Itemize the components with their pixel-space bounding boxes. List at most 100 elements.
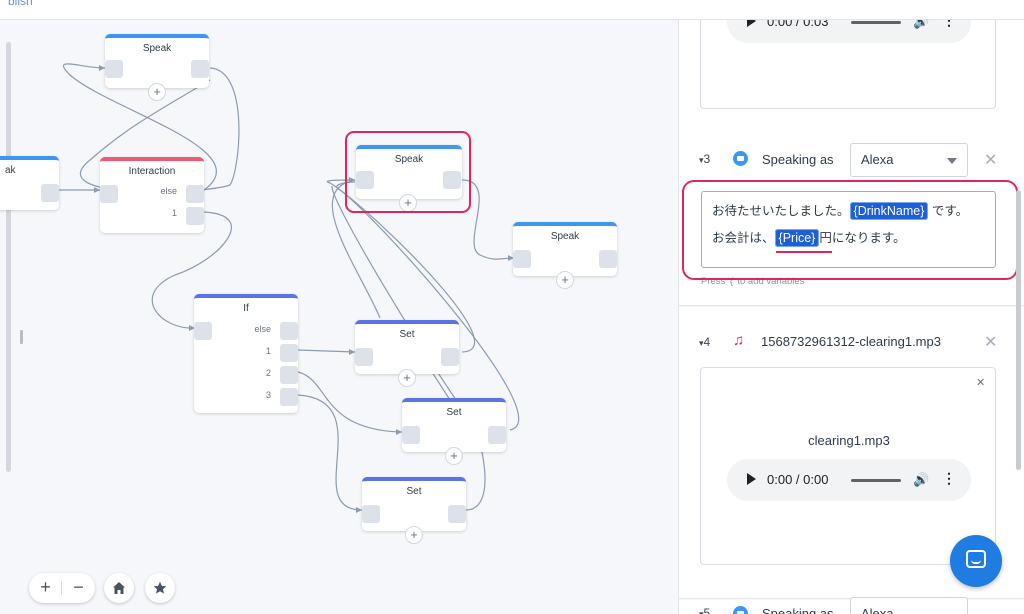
node-title: Speak xyxy=(550,231,580,242)
if-node[interactable]: If else 1 2 3 xyxy=(194,294,298,413)
set-node-3[interactable]: Set + xyxy=(362,477,466,544)
step-index[interactable]: ▾5 xyxy=(699,606,710,614)
voice-select[interactable]: Alexa xyxy=(850,597,968,614)
audio-box: 0:00 / 0:03 🔊 ⋮ xyxy=(700,20,996,109)
panel-scrollbar[interactable] xyxy=(1016,190,1021,470)
audio-time: 0:00 / 0:03 xyxy=(767,20,829,29)
output-port[interactable] xyxy=(441,348,459,366)
node-title: ak xyxy=(5,165,16,176)
remove-step-button[interactable]: ✕ xyxy=(984,332,997,352)
variable-underline xyxy=(776,251,832,253)
speak-node-partial[interactable]: ak xyxy=(0,156,59,210)
play-icon[interactable] xyxy=(747,473,756,485)
node-title: Set xyxy=(406,486,422,497)
app-root: blish Speak + ak Interaction else 1 Spea… xyxy=(0,0,1024,614)
output-port[interactable] xyxy=(448,505,466,523)
home-button[interactable] xyxy=(104,573,134,603)
input-port[interactable] xyxy=(100,185,118,203)
zoom-in-button[interactable]: + xyxy=(29,573,62,603)
audio-progress-track[interactable] xyxy=(851,479,901,482)
input-port[interactable] xyxy=(402,426,420,444)
voice-select[interactable]: Alexa xyxy=(850,143,968,177)
more-options-icon[interactable]: ⋮ xyxy=(942,20,956,29)
top-bar: blish xyxy=(0,0,1024,20)
output-port-else[interactable] xyxy=(186,185,204,203)
audio-time: 0:00 / 0:00 xyxy=(767,472,829,487)
speak-node-top[interactable]: Speak + xyxy=(105,34,209,101)
remove-step-button[interactable]: ✕ xyxy=(984,150,997,170)
add-step-button[interactable]: + xyxy=(398,369,416,387)
play-icon[interactable] xyxy=(747,20,756,27)
chat-icon xyxy=(966,550,986,568)
set-node-1[interactable]: Set + xyxy=(355,320,459,387)
audio-file-name: 1568732961312-clearing1.mp3 xyxy=(761,334,941,349)
interaction-node[interactable]: Interaction else 1 xyxy=(100,157,204,233)
audio-title: clearing1.mp3 xyxy=(808,433,890,448)
volume-icon[interactable]: 🔊 xyxy=(913,20,929,30)
text-highlight xyxy=(682,180,1018,280)
input-port[interactable] xyxy=(355,348,373,366)
port-label-1: 1 xyxy=(265,346,271,356)
input-port[interactable] xyxy=(362,505,380,523)
audio-progress-track[interactable] xyxy=(851,21,901,24)
star-icon xyxy=(153,581,167,594)
voice-select-value: Alexa xyxy=(861,152,894,167)
audio-box: ✕ clearing1.mp3 0:00 / 0:00 🔊 ⋮ xyxy=(700,367,996,565)
step-index[interactable]: ▾4 xyxy=(699,335,710,349)
output-port[interactable] xyxy=(488,426,506,444)
selection-highlight xyxy=(345,131,471,213)
output-port[interactable] xyxy=(599,250,617,268)
speak-node-right[interactable]: Speak + xyxy=(513,222,617,289)
input-port[interactable] xyxy=(105,60,123,78)
add-step-button[interactable]: + xyxy=(148,83,166,101)
node-title: Set xyxy=(446,407,462,418)
zoom-out-button[interactable]: − xyxy=(62,573,95,603)
step-section-5: ▾5 Speaking as Alexa xyxy=(679,597,1024,614)
output-port-1[interactable] xyxy=(280,344,298,362)
port-label-1: 1 xyxy=(171,208,177,218)
flow-canvas[interactable] xyxy=(0,20,678,614)
home-icon xyxy=(113,582,125,594)
speaking-as-label: Speaking as xyxy=(762,152,834,167)
chevron-down-icon xyxy=(947,158,957,164)
node-title: Speak xyxy=(142,43,172,54)
output-port-else[interactable] xyxy=(280,322,298,340)
port-label-2: 2 xyxy=(265,368,271,378)
publish-link[interactable]: blish xyxy=(8,0,33,8)
step-index[interactable]: ▾3 xyxy=(699,152,710,166)
volume-icon[interactable]: 🔊 xyxy=(913,472,929,488)
node-title: If xyxy=(243,303,249,314)
output-port-2[interactable] xyxy=(280,366,298,384)
port-label-else: else xyxy=(160,186,177,196)
step-number: 3 xyxy=(703,152,711,166)
port-label-3: 3 xyxy=(265,390,271,400)
speaking-as-label: Speaking as xyxy=(762,606,834,614)
output-port-3[interactable] xyxy=(280,388,298,406)
speak-bubble-icon xyxy=(733,606,748,614)
add-step-button[interactable]: + xyxy=(556,271,574,289)
canvas-resize-handle[interactable] xyxy=(20,330,23,344)
more-options-icon[interactable]: ⋮ xyxy=(942,470,956,487)
output-port-1[interactable] xyxy=(186,207,204,225)
music-note-icon: ♫ xyxy=(733,332,745,349)
output-port[interactable] xyxy=(41,184,59,202)
chat-support-button[interactable] xyxy=(950,535,1002,587)
input-port[interactable] xyxy=(194,322,212,340)
input-port[interactable] xyxy=(513,250,531,268)
step-editor-panel: 0:00 / 0:03 🔊 ⋮ ▾3 Speaking as Alexa ✕ お… xyxy=(678,20,1024,614)
port-label-else: else xyxy=(254,324,271,334)
step-number: 4 xyxy=(703,335,711,349)
zoom-controls: + − xyxy=(29,573,95,603)
favorite-button[interactable] xyxy=(145,573,175,603)
step-number: 5 xyxy=(703,606,711,614)
audio-player[interactable]: 0:00 / 0:00 🔊 ⋮ xyxy=(727,459,971,501)
node-title: Set xyxy=(399,329,415,340)
add-step-button[interactable]: + xyxy=(445,447,463,465)
output-port[interactable] xyxy=(191,60,209,78)
canvas-scrollbar[interactable] xyxy=(6,42,11,472)
set-node-2[interactable]: Set + xyxy=(402,398,506,465)
remove-audio-button[interactable]: ✕ xyxy=(976,376,985,389)
audio-player[interactable]: 0:00 / 0:03 🔊 ⋮ xyxy=(727,20,971,43)
add-step-button[interactable]: + xyxy=(405,526,423,544)
voice-select-value: Alexa xyxy=(861,606,894,614)
